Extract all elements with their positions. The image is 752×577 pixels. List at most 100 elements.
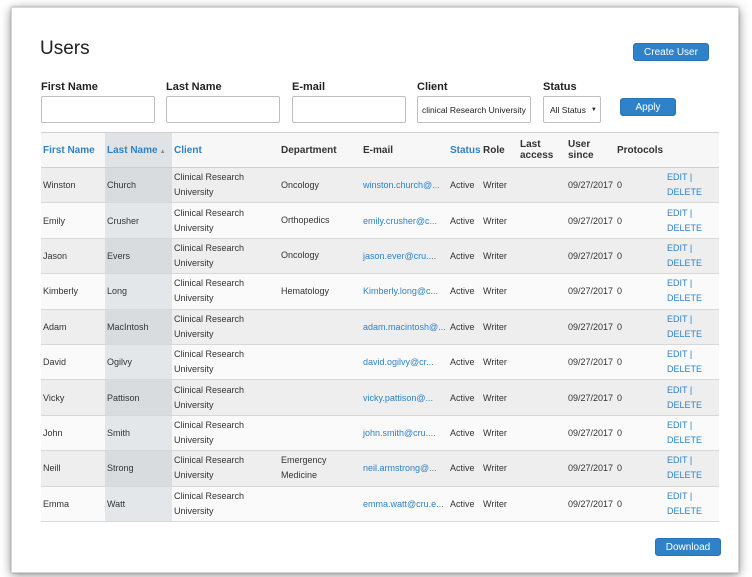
edit-link[interactable]: EDIT bbox=[667, 491, 687, 501]
cell-role: Writer bbox=[481, 450, 512, 487]
cell-user-since: 09/27/2017 bbox=[566, 273, 615, 310]
create-user-button[interactable]: Create User bbox=[633, 43, 709, 61]
cell-first-name: Emily bbox=[41, 202, 105, 239]
page-title: Users bbox=[40, 38, 90, 59]
cell-actions: EDIT | DELETE bbox=[665, 379, 719, 416]
header-last-name-label: Last Name bbox=[107, 144, 158, 156]
cell-protocols: 0 bbox=[615, 379, 665, 416]
delete-link[interactable]: DELETE bbox=[667, 435, 702, 445]
table-row: Emma Watt Clinical Research University emma… bbox=[41, 486, 719, 522]
cell-department: Oncology bbox=[279, 238, 361, 275]
delete-link[interactable]: DELETE bbox=[667, 364, 702, 374]
cell-last-access bbox=[512, 167, 566, 204]
client-filter-input[interactable] bbox=[417, 96, 531, 123]
delete-link[interactable]: DELETE bbox=[667, 470, 702, 480]
header-role-label: Role bbox=[483, 144, 505, 156]
cell-last-name: Pattison bbox=[105, 379, 172, 416]
cell-email[interactable]: john.smith@cru.... bbox=[361, 415, 448, 452]
cell-client: Clinical Research University bbox=[172, 309, 279, 345]
first-name-filter-input[interactable] bbox=[41, 96, 155, 123]
cell-email[interactable]: emily.crusher@c... bbox=[361, 202, 448, 239]
header-email: E-mail bbox=[361, 132, 448, 168]
cell-first-name: David bbox=[41, 344, 105, 381]
cell-email[interactable]: Kimberly.long@c... bbox=[361, 273, 448, 310]
header-status[interactable]: Status bbox=[448, 132, 481, 168]
edit-link[interactable]: EDIT bbox=[667, 420, 687, 430]
edit-link[interactable]: EDIT bbox=[667, 349, 687, 359]
cell-email[interactable]: neil.armstrong@... bbox=[361, 450, 448, 487]
sort-ascending-icon: ▲ bbox=[159, 148, 166, 155]
apply-button[interactable]: Apply bbox=[620, 98, 676, 116]
cell-status: Active bbox=[448, 379, 481, 416]
cell-last-name: Church bbox=[105, 167, 172, 204]
cell-first-name: Kimberly bbox=[41, 273, 105, 310]
cell-first-name: Winston bbox=[41, 167, 105, 204]
edit-link[interactable]: EDIT bbox=[667, 172, 687, 182]
cell-last-access bbox=[512, 486, 566, 522]
action-separator: | bbox=[689, 172, 693, 183]
cell-actions: EDIT | DELETE bbox=[665, 167, 719, 204]
email-filter-input[interactable] bbox=[292, 96, 406, 123]
email-filter-label: E-mail bbox=[292, 81, 326, 93]
cell-department: Hematology bbox=[279, 273, 361, 310]
edit-link[interactable]: EDIT bbox=[667, 208, 687, 218]
edit-link[interactable]: EDIT bbox=[667, 314, 687, 324]
cell-department: Orthopedics bbox=[279, 202, 361, 239]
cell-email[interactable]: adam.macintosh@... bbox=[361, 309, 448, 345]
action-separator: | bbox=[689, 207, 693, 218]
cell-first-name: John bbox=[41, 415, 105, 452]
delete-link[interactable]: DELETE bbox=[667, 187, 702, 197]
users-table-container: First Name Last Name ▲ Client Department … bbox=[41, 132, 719, 522]
header-last-name[interactable]: Last Name ▲ bbox=[105, 132, 172, 168]
cell-last-access bbox=[512, 379, 566, 416]
edit-link[interactable]: EDIT bbox=[667, 278, 687, 288]
cell-protocols: 0 bbox=[615, 309, 665, 345]
cell-last-access bbox=[512, 450, 566, 487]
cell-first-name: Neill bbox=[41, 450, 105, 487]
cell-client: Clinical Research University bbox=[172, 238, 279, 275]
edit-link[interactable]: EDIT bbox=[667, 243, 687, 253]
action-separator: | bbox=[689, 419, 693, 430]
first-name-filter-label: First Name bbox=[41, 81, 98, 93]
table-row: Kimberly Long Clinical Research University… bbox=[41, 273, 719, 310]
delete-link[interactable]: DELETE bbox=[667, 506, 702, 516]
edit-link[interactable]: EDIT bbox=[667, 455, 687, 465]
delete-link[interactable]: DELETE bbox=[667, 329, 702, 339]
caret-down-icon: ▼ bbox=[590, 106, 597, 113]
cell-protocols: 0 bbox=[615, 344, 665, 381]
client-filter-label: Client bbox=[417, 81, 448, 93]
delete-link[interactable]: DELETE bbox=[667, 223, 702, 233]
download-button[interactable]: Download bbox=[655, 538, 721, 556]
header-first-name[interactable]: First Name bbox=[41, 132, 105, 168]
table-row: John Smith Clinical Research University joh… bbox=[41, 415, 719, 452]
cell-client: Clinical Research University bbox=[172, 344, 279, 381]
cell-status: Active bbox=[448, 450, 481, 487]
cell-email[interactable]: jason.ever@cru.... bbox=[361, 238, 448, 275]
table-row: Jason Evers Clinical Research University On… bbox=[41, 238, 719, 275]
cell-role: Writer bbox=[481, 238, 512, 275]
cell-email[interactable]: emma.watt@cru.e... bbox=[361, 486, 448, 522]
table-row: Neill Strong Clinical Research University E… bbox=[41, 450, 719, 487]
delete-link[interactable]: DELETE bbox=[667, 258, 702, 268]
last-name-filter-input[interactable] bbox=[166, 96, 280, 123]
action-separator: | bbox=[689, 490, 693, 501]
cell-protocols: 0 bbox=[615, 486, 665, 522]
delete-link[interactable]: DELETE bbox=[667, 293, 702, 303]
cell-email[interactable]: david.ogilvy@cr... bbox=[361, 344, 448, 381]
cell-email[interactable]: winston.church@... bbox=[361, 167, 448, 204]
cell-actions: EDIT | DELETE bbox=[665, 238, 719, 275]
header-first-name-label: First Name bbox=[43, 144, 95, 156]
cell-status: Active bbox=[448, 309, 481, 345]
edit-link[interactable]: EDIT bbox=[667, 385, 687, 395]
cell-email[interactable]: vicky.pattison@... bbox=[361, 379, 448, 416]
status-filter-select[interactable]: All Status ▼ bbox=[543, 96, 601, 123]
cell-first-name: Jason bbox=[41, 238, 105, 275]
cell-client: Clinical Research University bbox=[172, 167, 279, 204]
cell-actions: EDIT | DELETE bbox=[665, 344, 719, 381]
status-filter-label: Status bbox=[543, 81, 577, 93]
delete-link[interactable]: DELETE bbox=[667, 400, 702, 410]
header-client[interactable]: Client bbox=[172, 132, 279, 168]
table-row: Adam MacIntosh Clinical Research Universit… bbox=[41, 309, 719, 345]
cell-department: Oncology bbox=[279, 167, 361, 204]
table-body: Winston Church Clinical Research Universit… bbox=[41, 167, 719, 522]
